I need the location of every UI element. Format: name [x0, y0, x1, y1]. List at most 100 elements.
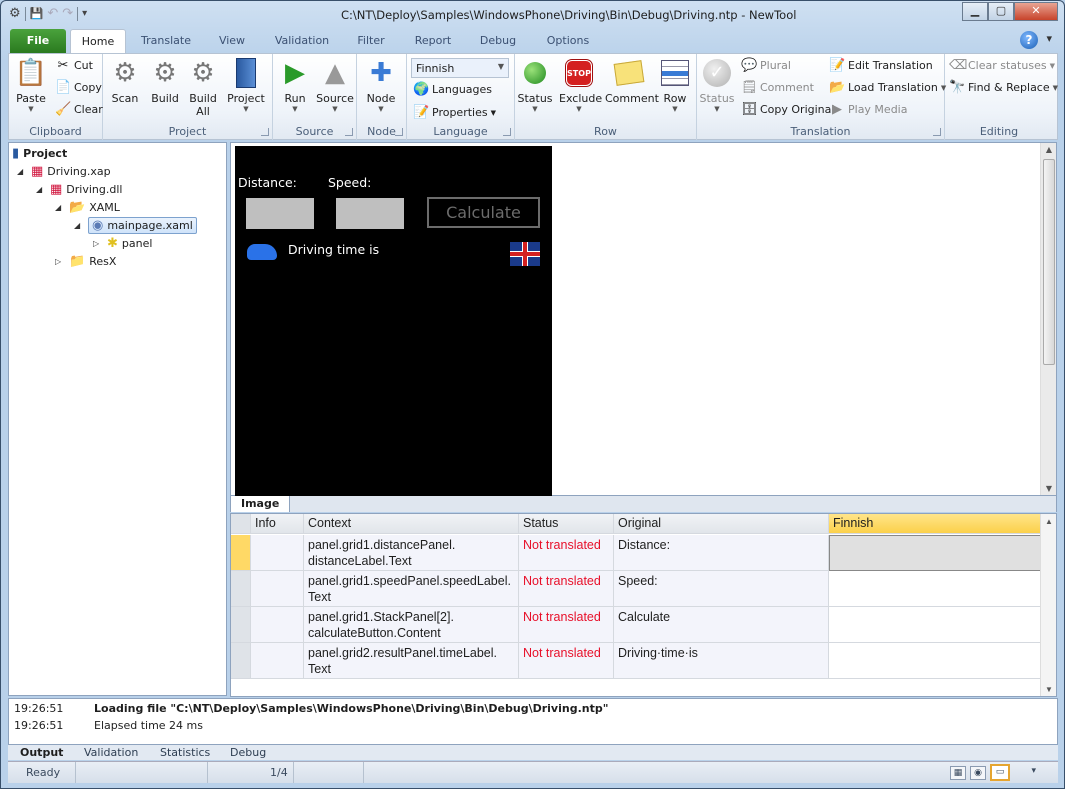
tab-report[interactable]: Report — [410, 29, 456, 53]
tree-item-mainpage[interactable]: ◢ ◉ mainpage.xaml — [74, 217, 197, 234]
ribbon-options-icon[interactable]: ▾ — [1046, 32, 1052, 45]
collapsed-icon[interactable]: ▷ — [93, 239, 103, 248]
run-button[interactable]: ▶ Run ▼ — [277, 56, 313, 113]
app-gear-icon[interactable]: ⚙ — [9, 6, 21, 21]
expanded-icon[interactable]: ◢ — [55, 203, 65, 212]
split-view-icon[interactable]: ▭ — [990, 764, 1010, 781]
expanded-icon[interactable]: ◢ — [74, 221, 84, 230]
plural-button[interactable]: 💬 Plural — [741, 58, 791, 73]
tab-image[interactable]: Image — [231, 496, 291, 512]
undo-icon[interactable]: ↶ — [47, 6, 58, 21]
find-replace-button[interactable]: 🔭 Find & Replace ▼ — [949, 80, 1058, 95]
copy-original-button[interactable]: 🗄 Copy Original — [741, 102, 834, 117]
cell-translation[interactable] — [829, 535, 1041, 571]
node-button[interactable]: ✚ Node ▼ — [361, 56, 401, 113]
languages-button[interactable]: 🌍 Languages — [413, 82, 492, 97]
cell-status[interactable]: Not translated — [519, 607, 614, 643]
grid-scrollbar[interactable]: ▲ ▼ — [1040, 514, 1056, 696]
customize-status-icon[interactable]: ▾ — [1031, 766, 1036, 776]
copy-button[interactable]: 📄 Copy — [55, 80, 102, 95]
build-all-button[interactable]: ⚙ Build All — [185, 56, 221, 118]
column-header-context[interactable]: Context — [304, 514, 519, 534]
table-row[interactable]: panel.grid1.speedPanel.speedLabel. Text N… — [231, 571, 1041, 607]
tree-item-driving-dll[interactable]: ◢ ▦ Driving.dll — [36, 182, 122, 197]
redo-icon[interactable]: ↷ — [62, 6, 73, 21]
row-button[interactable]: Row ▼ — [657, 56, 693, 113]
table-row[interactable]: panel.grid2.resultPanel.timeLabel. Text N… — [231, 643, 1041, 679]
cell-translation[interactable] — [829, 643, 1041, 679]
speed-input[interactable] — [336, 198, 404, 229]
collapsed-icon[interactable]: ▷ — [55, 257, 65, 266]
calculate-button[interactable]: Calculate — [427, 197, 540, 228]
cell-context[interactable]: panel.grid1.distancePanel. distanceLabel.… — [304, 535, 519, 571]
language-select[interactable]: Finnish ▼ — [411, 58, 509, 78]
dialog-launcher-icon[interactable] — [503, 128, 511, 136]
table-row[interactable]: panel.grid1.StackPanel[2]. calculateButto… — [231, 607, 1041, 643]
dialog-launcher-icon[interactable] — [933, 128, 941, 136]
distance-input[interactable] — [246, 198, 314, 229]
tab-output[interactable]: Output — [20, 745, 63, 760]
cell-translation[interactable] — [829, 571, 1041, 607]
selected-node[interactable]: ◉ mainpage.xaml — [88, 217, 197, 234]
row-header[interactable] — [231, 571, 251, 607]
translation-comment-button[interactable]: 🗒 Comment — [741, 80, 814, 95]
select-all-corner[interactable] — [231, 514, 251, 534]
column-header-finnish[interactable]: Finnish — [829, 514, 1041, 534]
cell-info[interactable] — [251, 571, 304, 607]
dialog-launcher-icon[interactable] — [261, 128, 269, 136]
tree-root-project[interactable]: ▮ Project — [12, 146, 67, 161]
tab-validation[interactable]: Validation — [270, 29, 334, 53]
tab-home[interactable]: Home — [70, 29, 126, 53]
project-button[interactable]: Project ▼ — [223, 56, 269, 113]
row-header[interactable] — [231, 643, 251, 679]
cell-info[interactable] — [251, 535, 304, 571]
tab-view[interactable]: View — [212, 29, 252, 53]
cell-original[interactable]: Calculate — [614, 607, 829, 643]
row-header[interactable] — [231, 607, 251, 643]
scroll-thumb[interactable] — [1043, 159, 1055, 365]
clear-statuses-button[interactable]: ⌫ Clear statuses ▼ — [949, 58, 1055, 73]
tree-item-driving-xap[interactable]: ◢ ▦ Driving.xap — [17, 164, 111, 179]
result-label[interactable]: Driving time is — [288, 242, 379, 257]
table-row[interactable]: panel.grid1.distancePanel. distanceLabel.… — [231, 535, 1041, 571]
build-button[interactable]: ⚙ Build — [147, 56, 183, 105]
scroll-down-icon[interactable]: ▼ — [1041, 484, 1057, 493]
tree-item-resx[interactable]: ▷ 📁 ResX — [55, 254, 116, 269]
tab-file[interactable]: File — [10, 29, 66, 53]
save-icon[interactable]: 💾 — [30, 7, 44, 20]
paste-button[interactable]: 📋 Paste ▼ — [13, 56, 49, 113]
preview-scrollbar[interactable]: ▲ ▼ — [1040, 143, 1056, 495]
cut-button[interactable]: ✂ Cut — [55, 58, 93, 73]
grid-view-icon[interactable]: ▦ — [950, 765, 966, 780]
cell-context[interactable]: panel.grid1.StackPanel[2]. calculateButto… — [304, 607, 519, 643]
comment-button[interactable]: Comment — [605, 56, 659, 105]
cell-original[interactable]: Driving·time·is — [614, 643, 829, 679]
scroll-up-icon[interactable]: ▲ — [1041, 517, 1057, 526]
close-button[interactable]: ✕ — [1014, 2, 1058, 21]
load-translation-button[interactable]: 📂 Load Translation ▼ — [829, 80, 946, 95]
cell-context[interactable]: panel.grid2.resultPanel.timeLabel. Text — [304, 643, 519, 679]
column-header-info[interactable]: Info — [251, 514, 304, 534]
tab-statistics[interactable]: Statistics — [160, 745, 210, 760]
column-header-original[interactable]: Original — [614, 514, 829, 534]
cell-translation[interactable] — [829, 607, 1041, 643]
cell-status[interactable]: Not translated — [519, 643, 614, 679]
scroll-up-icon[interactable]: ▲ — [1041, 145, 1057, 154]
cell-original[interactable]: Distance: — [614, 535, 829, 571]
cell-context[interactable]: panel.grid1.speedPanel.speedLabel. Text — [304, 571, 519, 607]
translation-status-button[interactable]: ✓ Status ▼ — [699, 56, 735, 113]
distance-label[interactable]: Distance: — [238, 175, 297, 190]
image-view-icon[interactable]: ◉ — [970, 765, 986, 780]
exclude-button[interactable]: STOP Exclude ▼ — [559, 56, 602, 113]
properties-button[interactable]: 📝 Properties ▼ — [413, 105, 496, 120]
minimize-button[interactable]: ▁ — [962, 2, 988, 21]
source-button[interactable]: ▲ Source ▼ — [315, 56, 355, 113]
edit-translation-button[interactable]: 📝 Edit Translation — [829, 58, 933, 73]
play-media-button[interactable]: ▶ Play Media — [829, 102, 907, 117]
tab-debug[interactable]: Debug — [476, 29, 520, 53]
scan-button[interactable]: ⚙ Scan — [107, 56, 143, 105]
cell-info[interactable] — [251, 643, 304, 679]
dialog-launcher-icon[interactable] — [395, 128, 403, 136]
cell-status[interactable]: Not translated — [519, 571, 614, 607]
scroll-down-icon[interactable]: ▼ — [1041, 685, 1057, 694]
